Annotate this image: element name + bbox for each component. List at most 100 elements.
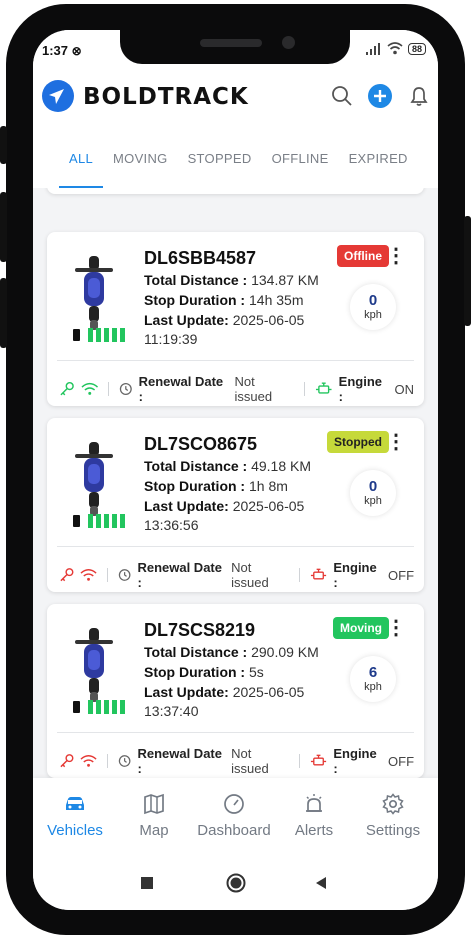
last-update-date: 2025-06-05 [232, 684, 305, 700]
key-icon [60, 568, 74, 582]
phone-volume-down [0, 278, 7, 348]
battery-cell [104, 700, 109, 714]
stop-duration: Stop Duration : 14h 35m [144, 292, 303, 308]
engine-value: OFF [388, 753, 415, 769]
battery-level [73, 700, 125, 714]
speed-value: 0 [368, 292, 378, 309]
total-distance-value: 134.87 KM [251, 272, 319, 288]
battery-cell [96, 328, 101, 342]
key-icon [60, 754, 74, 768]
renewal-date-value: Not issued [231, 560, 269, 590]
vehicle-plate: DL7SCS8219 [144, 620, 256, 640]
status-time-text: 1:37 [42, 43, 69, 58]
sync-icon: ⊗ [71, 44, 82, 58]
renewal-date-label: Renewal Date : [137, 560, 222, 590]
card-footer: Renewal Date : Not issued Engine : OFF [59, 746, 414, 776]
stop-duration-value: 5s [249, 664, 264, 680]
more-options-icon[interactable]: ⋮ [386, 246, 406, 266]
bell-icon[interactable] [407, 84, 431, 108]
total-distance-label: Total Distance : [144, 644, 248, 660]
add-icon[interactable] [368, 84, 392, 108]
nav-label-dashboard: Dashboard [197, 822, 271, 839]
gear-icon [382, 793, 404, 815]
key-icon [60, 381, 74, 396]
battery-cell [120, 700, 125, 714]
history-icon [119, 383, 132, 395]
nav-label-map: Map [139, 822, 169, 839]
battery-cell [104, 328, 109, 342]
history-icon [118, 569, 131, 581]
stop-duration: Stop Duration : 5s [144, 664, 264, 680]
battery-cell [96, 700, 101, 714]
tab-offline[interactable]: OFFLINE [272, 130, 329, 188]
vehicle-plate: DL7SCO8675 [144, 434, 258, 454]
alarm-icon [306, 794, 322, 812]
total-distance-label: Total Distance : [144, 272, 248, 288]
battery-cell [120, 514, 125, 528]
vehicle-plate: DL6SBB4587 [144, 248, 257, 268]
last-update: Last Update: 2025-06-05 [144, 312, 304, 328]
system-nav-bar [33, 858, 438, 910]
speed-unit: kph [364, 495, 382, 507]
stop-duration-label: Stop Duration : [144, 292, 246, 308]
vehicle-card[interactable]: DL7SCO8675 Total Distance : 49.18 KM Sto… [47, 418, 424, 592]
separator [108, 382, 110, 396]
nav-dashboard[interactable]: Dashboard [194, 792, 274, 839]
renewal-date-label: Renewal Date : [137, 746, 222, 776]
card-divider [57, 732, 414, 733]
nav-settings[interactable]: Settings [353, 792, 433, 839]
speed-indicator: 6 kph [350, 656, 396, 702]
speed-indicator: 0 kph [350, 470, 396, 516]
total-distance-value: 290.09 KM [251, 644, 319, 660]
motorcycle-icon [75, 442, 113, 516]
battery-level [73, 328, 125, 342]
separator [304, 382, 306, 396]
engine-label: Engine : [333, 746, 377, 776]
last-update: Last Update: 2025-06-05 [144, 498, 304, 514]
more-options-icon[interactable]: ⋮ [386, 432, 406, 452]
vehicle-card[interactable]: DL7SCS8219 Total Distance : 290.09 KM St… [47, 604, 424, 778]
tab-moving[interactable]: MOVING [113, 130, 168, 188]
speaker-grille [200, 39, 262, 47]
vehicle-card[interactable]: DL6SBB4587 Total Distance : 134.87 KM St… [47, 232, 424, 406]
engine-icon [316, 382, 332, 394]
tab-all[interactable]: ALL [58, 130, 104, 188]
nav-label-settings: Settings [365, 822, 421, 839]
history-icon [118, 755, 131, 767]
vehicle-card-partial [47, 188, 424, 194]
battery-cell [112, 514, 117, 528]
status-badge: Stopped [327, 431, 389, 453]
home-icon[interactable] [226, 873, 246, 893]
brand-name: BOLDTRACK [83, 84, 249, 110]
app-header: BOLDTRACK [33, 68, 438, 130]
tab-expired[interactable]: EXPIRED [349, 130, 408, 188]
nav-map[interactable]: Map [114, 792, 194, 839]
filter-tabs: ALL MOVING STOPPED OFFLINE EXPIRED [33, 130, 438, 188]
battery-icon [73, 329, 80, 341]
search-icon[interactable] [330, 84, 354, 108]
battery-cell [104, 514, 109, 528]
gauge-icon [224, 794, 244, 814]
card-divider [57, 546, 414, 547]
phone-side-button [0, 126, 7, 164]
last-update-date: 2025-06-05 [232, 498, 305, 514]
battery-icon [73, 515, 80, 527]
nav-alerts[interactable]: Alerts [274, 792, 354, 839]
tab-stopped[interactable]: STOPPED [188, 130, 252, 188]
engine-icon [311, 754, 327, 766]
battery-cell [112, 328, 117, 342]
more-options-icon[interactable]: ⋮ [386, 618, 406, 638]
back-icon[interactable] [314, 876, 328, 890]
status-badge: Moving [333, 617, 389, 639]
card-footer: Renewal Date : Not issued Engine : OFF [59, 560, 414, 590]
total-distance-label: Total Distance : [144, 458, 248, 474]
recents-icon[interactable] [141, 877, 153, 889]
speed-value: 0 [368, 478, 378, 495]
speed-value: 6 [368, 664, 378, 681]
battery-icon [73, 701, 80, 713]
last-update: Last Update: 2025-06-05 [144, 684, 304, 700]
battery-cell [120, 328, 125, 342]
battery-cell [112, 700, 117, 714]
separator [299, 568, 301, 582]
nav-vehicles[interactable]: Vehicles [35, 792, 115, 839]
